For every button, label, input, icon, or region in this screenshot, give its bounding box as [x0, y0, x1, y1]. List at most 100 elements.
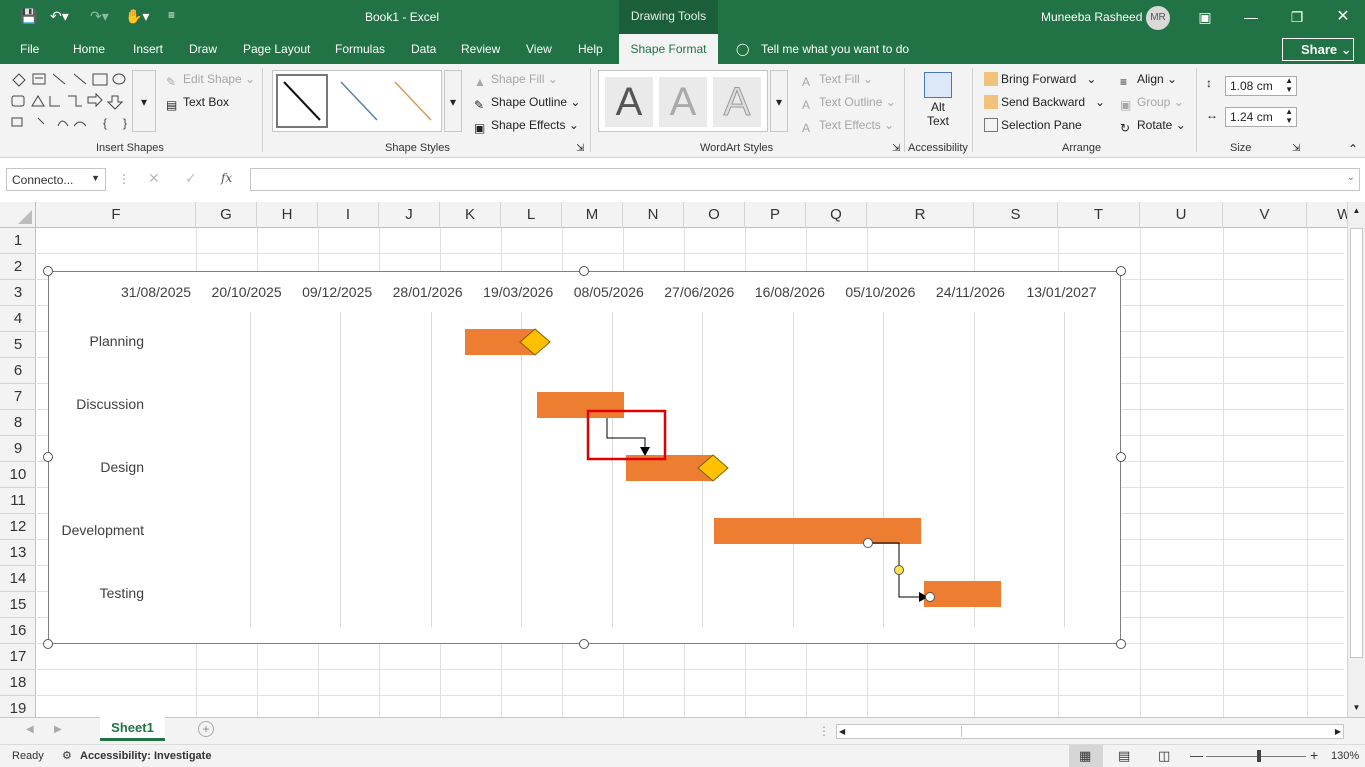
selection-pane-button[interactable]: Selection Pane — [984, 118, 1082, 132]
col-header-o[interactable]: O — [684, 202, 745, 228]
style-blue-line[interactable] — [335, 76, 383, 129]
row-header-3[interactable]: 3 — [0, 280, 36, 306]
col-header-w[interactable]: W — [1307, 202, 1351, 228]
resize-handle[interactable] — [1116, 266, 1126, 276]
gantt-chart[interactable]: 31/08/2025 20/10/2025 09/12/2025 28/01/2026… — [48, 271, 1121, 644]
col-header-q[interactable]: Q — [806, 202, 867, 228]
row-header-10[interactable]: 10 — [0, 462, 36, 488]
formula-input[interactable]: ⌄ — [250, 168, 1360, 191]
dialog-launcher-icon[interactable]: ⇲ — [1292, 143, 1300, 154]
resize-handle[interactable] — [43, 266, 53, 276]
styles-more-button[interactable]: ▾ — [444, 70, 462, 132]
scroll-thumb[interactable] — [851, 726, 961, 737]
spinner-icon[interactable]: ▲ ▼ — [1285, 76, 1293, 94]
tab-help[interactable]: Help — [578, 42, 603, 56]
shape-width-input[interactable]: 1.24 cm ▲ ▼ — [1225, 107, 1297, 127]
alt-text-button[interactable]: Alt Text — [914, 70, 962, 136]
row-header-6[interactable]: 6 — [0, 358, 36, 384]
scroll-up-icon[interactable]: ▲ — [1349, 204, 1364, 218]
customize-qat-icon[interactable]: ≡ — [168, 8, 175, 22]
scroll-thumb[interactable] — [1350, 228, 1363, 658]
share-button[interactable]: Share ⌄ — [1282, 38, 1354, 61]
add-sheet-icon[interactable]: + — [198, 721, 214, 737]
col-header-t[interactable]: T — [1058, 202, 1140, 228]
style-orange-line[interactable] — [389, 76, 437, 129]
prev-sheet-icon[interactable]: ◀ — [26, 724, 34, 735]
tab-home[interactable]: Home — [73, 42, 105, 56]
tab-file[interactable]: File — [20, 42, 39, 56]
col-header-m[interactable]: M — [562, 202, 623, 228]
page-break-view-icon[interactable]: ◫ — [1158, 748, 1170, 764]
insert-function-icon[interactable]: fx — [221, 171, 232, 185]
wordart-style-1[interactable]: A — [605, 77, 653, 127]
dialog-launcher-icon[interactable]: ⇲ — [892, 143, 900, 154]
group-button[interactable]: ▣ Group ⌄ — [1120, 95, 1184, 112]
col-header-s[interactable]: S — [974, 202, 1058, 228]
tab-formulas[interactable]: Formulas — [335, 42, 385, 56]
tab-data[interactable]: Data — [411, 42, 436, 56]
next-sheet-icon[interactable]: ▶ — [54, 724, 62, 735]
col-header-g[interactable]: G — [196, 202, 257, 228]
shape-height-input[interactable]: 1.08 cm ▲ ▼ — [1225, 76, 1297, 96]
normal-view-button[interactable]: ▦ — [1069, 745, 1103, 767]
row-header-8[interactable]: 8 — [0, 410, 36, 436]
spinner-icon[interactable]: ▲ ▼ — [1285, 107, 1293, 125]
resize-handle[interactable] — [579, 639, 589, 649]
row-header-5[interactable]: 5 — [0, 332, 36, 358]
row-header-1[interactable]: 1 — [0, 228, 36, 254]
shapes-gallery[interactable]: {} — [8, 70, 130, 132]
tab-insert[interactable]: Insert — [133, 42, 163, 56]
align-button[interactable]: ≡ Align ⌄ — [1120, 72, 1177, 89]
avatar[interactable]: MR — [1146, 6, 1170, 30]
rotate-button[interactable]: ↻ Rotate ⌄ — [1120, 118, 1186, 135]
expand-formula-icon[interactable]: ⌄ — [1347, 172, 1355, 183]
wordart-more-button[interactable]: ▾ — [770, 70, 788, 132]
wordart-style-2[interactable]: A — [659, 77, 707, 127]
minimize-icon[interactable]: — — [1238, 4, 1264, 30]
row-header-18[interactable]: 18 — [0, 670, 36, 696]
touch-mode-icon[interactable]: ✋▾ — [125, 8, 149, 25]
horizontal-scrollbar[interactable]: ◀ ▶ — [836, 724, 1344, 739]
enter-icon[interactable]: ✓ — [185, 170, 197, 187]
accessibility-status[interactable]: Accessibility: Investigate — [80, 750, 211, 762]
sheet-tab-sheet1[interactable]: Sheet1 — [100, 717, 165, 741]
tab-view[interactable]: View — [526, 42, 552, 56]
row-header-13[interactable]: 13 — [0, 540, 36, 566]
select-all-corner[interactable] — [0, 202, 36, 228]
shape-fill-button[interactable]: ▲ Shape Fill ⌄ — [474, 72, 558, 89]
send-backward-button[interactable]: Send Backward ⌄ — [984, 95, 1105, 109]
col-header-u[interactable]: U — [1140, 202, 1223, 228]
row-header-7[interactable]: 7 — [0, 384, 36, 410]
col-header-r[interactable]: R — [867, 202, 974, 228]
text-effects-button[interactable]: A Text Effects ⌄ — [802, 118, 894, 135]
col-header-j[interactable]: J — [379, 202, 440, 228]
col-header-n[interactable]: N — [623, 202, 684, 228]
resize-handle[interactable] — [43, 639, 53, 649]
row-header-11[interactable]: 11 — [0, 488, 36, 514]
text-outline-button[interactable]: A Text Outline ⌄ — [802, 95, 896, 112]
style-black-line[interactable] — [276, 74, 328, 128]
tab-draw[interactable]: Draw — [189, 42, 217, 56]
wordart-gallery[interactable]: A A A — [598, 70, 768, 132]
col-header-i[interactable]: I — [318, 202, 379, 228]
resize-handle[interactable] — [43, 452, 53, 462]
resize-handle[interactable] — [579, 266, 589, 276]
resize-handle[interactable] — [1116, 639, 1126, 649]
text-fill-button[interactable]: A Text Fill ⌄ — [802, 72, 873, 89]
zoom-slider-thumb[interactable] — [1257, 750, 1261, 762]
zoom-slider[interactable] — [1206, 756, 1306, 757]
resize-handle[interactable] — [1116, 452, 1126, 462]
vertical-scrollbar[interactable]: ▲ ▼ — [1347, 202, 1365, 717]
scroll-right-icon[interactable]: ▶ — [1335, 725, 1341, 738]
row-header-17[interactable]: 17 — [0, 644, 36, 670]
page-layout-view-icon[interactable]: ▤ — [1118, 748, 1130, 764]
col-header-h[interactable]: H — [257, 202, 318, 228]
col-header-l[interactable]: L — [501, 202, 562, 228]
tab-page-layout[interactable]: Page Layout — [243, 42, 310, 56]
scroll-track[interactable] — [961, 726, 1331, 737]
connector-handle[interactable] — [863, 538, 873, 548]
shape-styles-gallery[interactable] — [272, 70, 442, 132]
col-header-v[interactable]: V — [1223, 202, 1307, 228]
row-header-12[interactable]: 12 — [0, 514, 36, 540]
scroll-down-icon[interactable]: ▼ — [1349, 701, 1364, 715]
